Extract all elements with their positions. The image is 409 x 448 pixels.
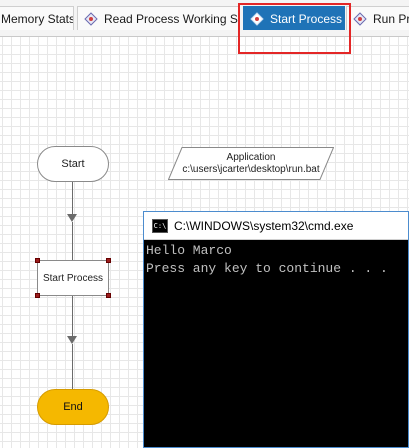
start-process-node[interactable]: Start Process — [35, 258, 111, 298]
tab-memory-stats[interactable]: Memory Stats — [0, 6, 74, 30]
tab-start-process[interactable]: Start Process — [243, 6, 345, 30]
end-node[interactable]: End — [37, 389, 109, 425]
connector-line — [72, 182, 73, 214]
process-node-label: Start Process — [42, 272, 104, 284]
connector-arrow — [67, 336, 77, 344]
connector-line — [72, 296, 73, 336]
cmd-icon: C:\ — [152, 218, 168, 233]
resize-handle[interactable] — [106, 258, 111, 263]
cmd-line: Press any key to continue . . . — [146, 261, 388, 276]
cmd-titlebar[interactable]: C:\ C:\WINDOWS\system32\cmd.exe — [144, 212, 408, 240]
connector-line — [72, 344, 73, 389]
parameter-title: Application — [226, 151, 276, 163]
resize-handle[interactable] — [106, 293, 111, 298]
connector-line — [72, 222, 73, 260]
start-node-label: Start — [61, 158, 85, 170]
start-node[interactable]: Start — [37, 146, 109, 182]
resize-handle[interactable] — [35, 293, 40, 298]
tab-read-process-working-set[interactable]: Read Process Working Set — [77, 6, 239, 30]
end-node-label: End — [63, 401, 83, 413]
resize-handle[interactable] — [35, 258, 40, 263]
tab-label: Memory Stats — [1, 11, 74, 26]
cmd-title: C:\WINDOWS\system32\cmd.exe — [174, 218, 354, 233]
tab-label: Start Process — [270, 11, 343, 26]
process-diamond-icon — [353, 11, 367, 26]
process-diamond-icon — [250, 11, 264, 26]
cmd-line: Hello Marco — [146, 243, 232, 258]
tab-bar: Memory Stats Read Process Working Set St… — [0, 0, 409, 37]
tab-label: Read Process Working Set — [104, 11, 239, 26]
tab-label: Run Pro — [373, 11, 409, 26]
cmd-output[interactable]: Hello Marco Press any key to continue . .… — [144, 240, 408, 447]
connector-arrow — [67, 214, 77, 222]
parameter-value: c:\users\jcarter\desktop\run.bat — [182, 163, 320, 175]
cmd-window[interactable]: C:\ C:\WINDOWS\system32\cmd.exe Hello Ma… — [143, 211, 409, 448]
tab-run-process[interactable]: Run Pro — [346, 6, 409, 30]
application-parameter[interactable]: Application c:\users\jcarter\desktop\run… — [168, 147, 334, 180]
process-diamond-icon — [84, 11, 98, 26]
